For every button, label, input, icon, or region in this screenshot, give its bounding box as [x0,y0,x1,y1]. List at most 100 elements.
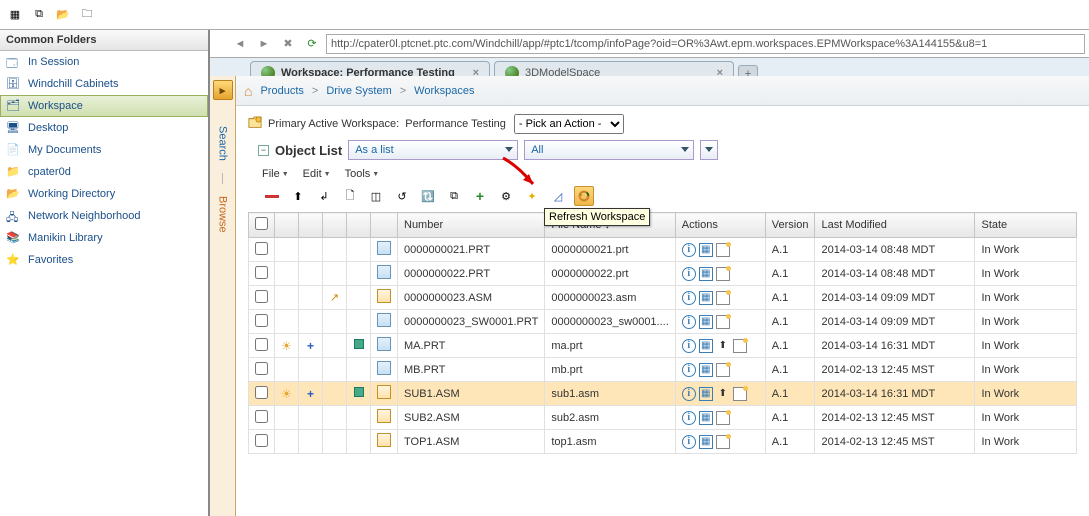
upload-button[interactable]: ⬆ [288,186,308,206]
menu-file[interactable]: File ▼ [262,168,289,180]
row-checkbox[interactable] [255,410,268,423]
row-checkbox[interactable] [255,386,268,399]
remove-button[interactable] [262,186,282,206]
sidebar-item-network-neighborhood[interactable]: 🖧Network Neighborhood [0,205,208,227]
url-input[interactable] [326,34,1085,54]
info-icon[interactable]: i [682,387,696,401]
row-checkbox[interactable] [255,242,268,255]
extra-select[interactable] [700,140,718,160]
table-row[interactable]: ↗ 0000000023.ASM 0000000023.asm i▦ A.1 2… [249,286,1077,310]
view-mode-select[interactable]: As a list [348,140,518,160]
compare-button[interactable]: ⧉ [444,186,464,206]
row-checkbox[interactable] [255,362,268,375]
details-icon[interactable]: ▦ [699,435,713,449]
info-icon[interactable]: i [682,435,696,449]
table-row[interactable]: 0000000021.PRT 0000000021.prt i▦ A.1 201… [249,238,1077,262]
nav-back-button[interactable]: ◄ [230,34,250,54]
nav-forward-button[interactable]: ► [254,34,274,54]
open-page-icon[interactable] [716,315,730,329]
new-doc-button[interactable]: 🗋 [340,186,360,206]
home-icon[interactable]: ⌂ [244,83,252,99]
menu-tools[interactable]: Tools ▼ [345,168,380,180]
details-icon[interactable]: ▦ [699,387,713,401]
checkout-button[interactable]: ↲ [314,186,334,206]
col-modified[interactable]: Last Modified [815,213,975,238]
col-type[interactable] [371,213,398,238]
col-status2[interactable] [299,213,323,238]
filter-select[interactable]: All [524,140,694,160]
sidebar-item-my-documents[interactable]: 📄My Documents [0,139,208,161]
refresh-workspace-button[interactable] [574,186,594,206]
row-checkbox[interactable] [255,266,268,279]
open-page-icon[interactable] [733,339,747,353]
grid-icon[interactable]: ▦ [4,4,26,26]
col-status1[interactable] [275,213,299,238]
triangle-button[interactable]: ◿ [548,186,568,206]
details-icon[interactable]: ▦ [699,315,713,329]
copy-icon[interactable]: ⧉ [28,4,50,26]
col-actions[interactable]: Actions [675,213,765,238]
col-version[interactable]: Version [765,213,815,238]
info-icon[interactable]: i [682,363,696,377]
collapse-button[interactable]: − [258,145,269,156]
open-page-icon[interactable] [716,435,730,449]
row-checkbox[interactable] [255,434,268,447]
settings-button[interactable]: ⚙ [496,186,516,206]
table-row[interactable]: 0000000023_SW0001.PRT 0000000023_sw0001.… [249,310,1077,334]
open-page-icon[interactable] [716,291,730,305]
row-checkbox[interactable] [255,338,268,351]
table-row[interactable]: ☀ + MA.PRT ma.prt i▦⬆ A.1 2014-03-14 16:… [249,334,1077,358]
details-icon[interactable]: ▦ [699,339,713,353]
sidebar-item-working-directory[interactable]: 📂Working Directory [0,183,208,205]
update-button[interactable]: 🔃 [418,186,438,206]
menu-edit[interactable]: Edit ▼ [303,168,331,180]
details-icon[interactable]: ▦ [699,363,713,377]
upload-icon[interactable]: ⬆ [716,387,730,401]
col-state[interactable]: State [975,213,1077,238]
sidebar-item-cpater0d[interactable]: 📁cpater0d [0,161,208,183]
info-icon[interactable]: i [682,243,696,257]
breadcrumb-link[interactable]: Products [260,85,303,97]
open-page-icon[interactable] [716,267,730,281]
row-checkbox[interactable] [255,314,268,327]
sidebar-item-in-session[interactable]: 🗔In Session [0,51,208,73]
info-icon[interactable]: i [682,267,696,281]
col-status3[interactable] [323,213,347,238]
add-button[interactable]: + [470,186,490,206]
open-page-icon[interactable] [716,411,730,425]
rail-toggle-button[interactable]: ▸ [213,80,233,100]
details-icon[interactable]: ▦ [699,243,713,257]
sidebar-item-workspace[interactable]: 🗂Workspace [0,95,208,117]
upload-icon[interactable]: ⬆ [716,339,730,353]
details-icon[interactable]: ▦ [699,291,713,305]
info-icon[interactable]: i [682,291,696,305]
table-row[interactable]: ☀ + SUB1.ASM sub1.asm i▦⬆ A.1 2014-03-14… [249,382,1077,406]
info-icon[interactable]: i [682,315,696,329]
info-icon[interactable]: i [682,411,696,425]
new-part-button[interactable]: ◫ [366,186,386,206]
open-page-icon[interactable] [733,387,747,401]
nav-stop-button[interactable]: ✖ [278,34,298,54]
details-icon[interactable]: ▦ [699,267,713,281]
workspace-action-select[interactable]: - Pick an Action - [514,114,624,134]
folder-open-icon[interactable]: 📂 [52,4,74,26]
edit-attrs-button[interactable]: ✦ [522,186,542,206]
sidebar-item-favorites[interactable]: ⭐Favorites [0,249,208,271]
table-row[interactable]: MB.PRT mb.prt i▦ A.1 2014-02-13 12:45 MS… [249,358,1077,382]
col-number[interactable]: Number [398,213,545,238]
table-row[interactable]: 0000000022.PRT 0000000022.prt i▦ A.1 201… [249,262,1077,286]
open-page-icon[interactable] [716,243,730,257]
details-icon[interactable]: ▦ [699,411,713,425]
table-row[interactable]: SUB2.ASM sub2.asm i▦ A.1 2014-02-13 12:4… [249,406,1077,430]
open-page-icon[interactable] [716,363,730,377]
select-all-checkbox[interactable] [255,217,268,230]
nav-reload-button[interactable]: ⟳ [302,34,322,54]
info-icon[interactable]: i [682,339,696,353]
col-checkbox[interactable] [249,213,275,238]
undo-checkout-button[interactable]: ↺ [392,186,412,206]
rail-search-tab[interactable]: Search [217,122,229,161]
row-checkbox[interactable] [255,290,268,303]
table-row[interactable]: TOP1.ASM top1.asm i▦ A.1 2014-02-13 12:4… [249,430,1077,454]
sidebar-item-manikin-library[interactable]: 📚Manikin Library [0,227,208,249]
sidebar-item-desktop[interactable]: 🖥Desktop [0,117,208,139]
